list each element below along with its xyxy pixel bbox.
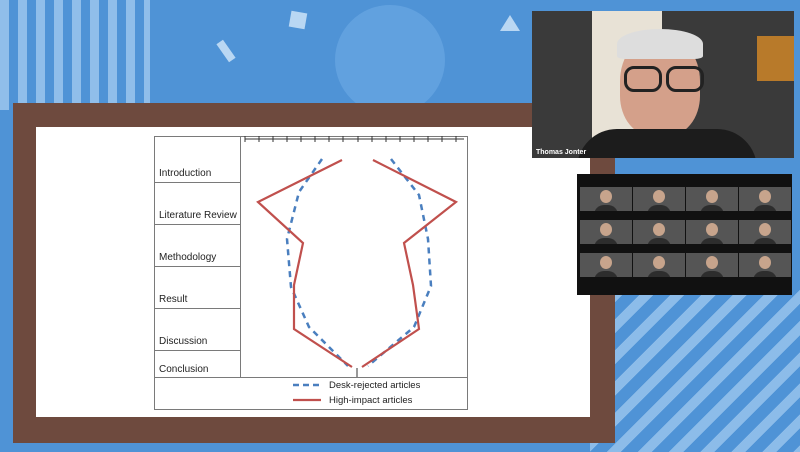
participant-tile[interactable] <box>633 253 685 277</box>
participant-tile[interactable] <box>686 187 738 211</box>
row-label-result: Result <box>155 267 241 309</box>
participant-tile[interactable] <box>633 187 685 211</box>
speaker-name-label: Thomas Jonter <box>536 149 587 156</box>
chart-plot-area <box>244 136 464 377</box>
active-speaker-video[interactable]: Thomas Jonter <box>532 11 794 158</box>
row-label-introduction: Introduction <box>155 136 241 183</box>
participant-tile[interactable] <box>739 253 791 277</box>
participant-tile[interactable] <box>580 220 632 244</box>
participant-tile[interactable] <box>686 220 738 244</box>
participant-tile[interactable] <box>580 253 632 277</box>
top-axis-ticks <box>244 136 464 142</box>
row-label-literature-review: Literature Review <box>155 183 241 225</box>
speaker-shirt <box>577 129 757 158</box>
background-triangle <box>500 15 520 31</box>
background-square <box>288 10 308 30</box>
participant-tile[interactable] <box>686 253 738 277</box>
background-painting <box>757 36 794 81</box>
speaker-hair <box>617 29 703 59</box>
high-impact-left-line <box>256 159 353 368</box>
high-impact-right-line <box>361 159 459 368</box>
legend-label-high-impact: High-impact articles <box>329 395 413 406</box>
background-stripes-bottom <box>590 282 800 452</box>
row-label-methodology: Methodology <box>155 225 241 267</box>
glasses-left <box>624 66 662 92</box>
desk-rejected-right-line <box>367 158 433 367</box>
desk-rejected-left-line <box>285 158 349 367</box>
participant-gallery[interactable] <box>577 174 792 295</box>
participant-tile[interactable] <box>633 220 685 244</box>
background-bar <box>216 39 236 63</box>
row-label-conclusion: Conclusion <box>159 364 209 375</box>
row-label-discussion: Discussion <box>155 309 241 351</box>
legend-solid-swatch <box>293 398 321 402</box>
background-stripes <box>0 0 150 110</box>
glasses-right <box>666 66 704 92</box>
background-circle <box>335 5 445 115</box>
legend-dashed-swatch <box>293 383 321 387</box>
participant-tile[interactable] <box>739 220 791 244</box>
legend-label-desk-rejected: Desk-rejected articles <box>329 380 421 391</box>
participant-tile[interactable] <box>580 187 632 211</box>
participant-tile[interactable] <box>739 187 791 211</box>
